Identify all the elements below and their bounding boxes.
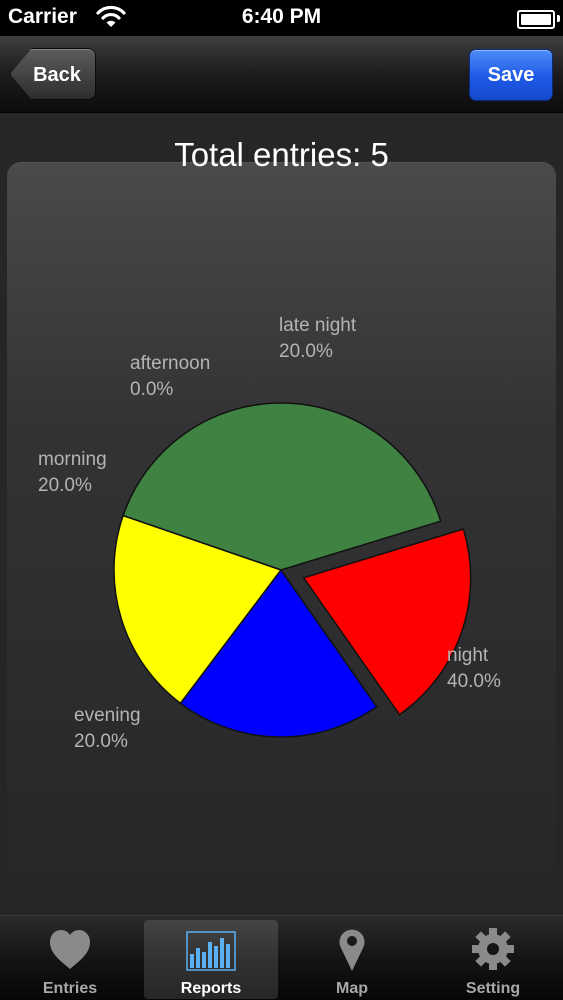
battery-tip [557, 15, 560, 22]
tab-label: Entries [42, 980, 98, 997]
slice-percent-afternoon: 0.0% [130, 379, 173, 400]
tab-entries[interactable]: Entries [3, 920, 137, 999]
report-content: Total entries: 5 late night 20.0% night 40.… [0, 113, 563, 915]
map-pin-icon [339, 929, 365, 971]
tab-reports[interactable]: Reports [144, 920, 278, 999]
battery-icon [517, 10, 555, 29]
slice-label-night: night [447, 645, 489, 666]
tab-label: Reports [180, 980, 242, 997]
app-screen: Carrier 6:40 PM Back Save Total entries:… [0, 0, 563, 1000]
slice-label-morning: morning [38, 449, 107, 470]
tab-map[interactable]: Map [285, 920, 419, 999]
gear-icon [472, 928, 514, 970]
slice-label-afternoon: afternoon [130, 353, 210, 374]
slice-percent-late-night: 20.0% [279, 341, 333, 362]
bar-chart-icon [186, 931, 236, 971]
slice-label-late-night: late night [279, 315, 357, 336]
heart-icon [50, 930, 90, 969]
slice-percent-morning: 20.0% [38, 475, 92, 496]
back-button[interactable]: Back [10, 48, 96, 100]
status-time: 6:40 PM [241, 5, 322, 28]
slice-label-evening: evening [74, 705, 141, 726]
navigation-bar: Back Save [0, 36, 563, 113]
tab-setting[interactable]: Setting [426, 920, 560, 999]
slice-percent-evening: 20.0% [74, 731, 128, 752]
save-button[interactable]: Save [469, 49, 553, 101]
tab-label: Map [336, 980, 368, 997]
tab-bar: Entries Reports Map Setting [0, 915, 563, 1000]
pie-chart: late night 20.0% night 40.0% evening 20.0% mor… [38, 315, 501, 752]
status-bar: Carrier 6:40 PM [0, 0, 563, 36]
slice-percent-night: 40.0% [447, 671, 501, 692]
tab-label: Setting [465, 980, 521, 997]
